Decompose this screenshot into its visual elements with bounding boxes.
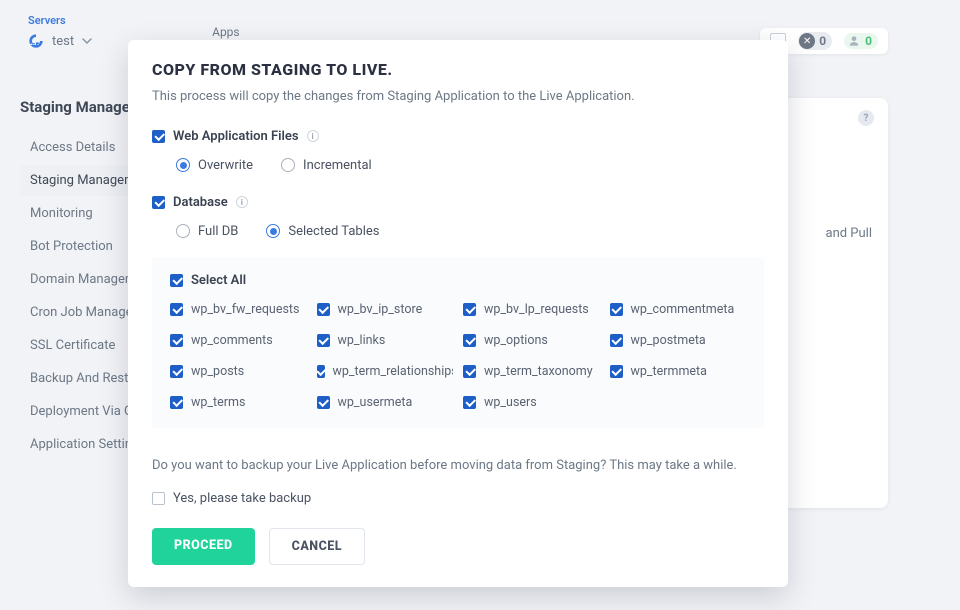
table-item-label: wp_bv_lp_requests xyxy=(484,302,589,317)
table-item-label: wp_bv_fw_requests xyxy=(191,302,299,317)
radio-option[interactable]: Selected Tables xyxy=(266,224,379,239)
radio-icon xyxy=(266,224,280,238)
radio-label: Full DB xyxy=(198,224,238,239)
modal-title: COPY FROM STAGING TO LIVE. xyxy=(152,60,764,79)
table-item-label: wp_options xyxy=(484,333,548,348)
table-item[interactable]: wp_posts xyxy=(170,364,307,379)
table-item[interactable]: wp_users xyxy=(463,395,600,410)
radio-option[interactable]: Full DB xyxy=(176,224,238,239)
option-database-label: Database xyxy=(173,195,228,210)
table-item-label: wp_posts xyxy=(191,364,244,379)
checkbox-table[interactable] xyxy=(317,303,330,316)
table-item-label: wp_termmeta xyxy=(631,364,707,379)
table-item-label: wp_commentmeta xyxy=(631,302,735,317)
chevron-down-icon xyxy=(82,36,92,46)
table-item-label: wp_postmeta xyxy=(631,333,706,348)
checkbox-table[interactable] xyxy=(610,334,623,347)
table-item[interactable]: wp_links xyxy=(317,333,454,348)
checkbox-table[interactable] xyxy=(317,396,330,409)
checkbox-table[interactable] xyxy=(610,303,623,316)
radio-label: Incremental xyxy=(303,158,372,173)
checkbox-table[interactable] xyxy=(170,334,183,347)
breadcrumb-servers-link[interactable]: Servers xyxy=(28,14,92,27)
option-web-files-label: Web Application Files xyxy=(173,129,299,144)
checkbox-table[interactable] xyxy=(170,365,183,378)
table-item-label: wp_usermeta xyxy=(338,395,413,410)
table-item-label: wp_term_relationships xyxy=(333,364,454,379)
option-database[interactable]: Database i xyxy=(152,195,764,210)
radio-option[interactable]: Incremental xyxy=(281,158,372,173)
select-all-label: Select All xyxy=(191,273,246,288)
copy-staging-modal: COPY FROM STAGING TO LIVE. This process … xyxy=(128,40,788,587)
cancel-button[interactable]: CANCEL xyxy=(269,528,365,565)
table-item-label: wp_comments xyxy=(191,333,273,348)
checkbox-database[interactable] xyxy=(152,196,165,209)
tables-box: Select All wp_bv_fw_requests wp_bv_ip_sto… xyxy=(152,257,764,428)
backup-checkbox-label: Yes, please take backup xyxy=(173,491,311,506)
table-item-label: wp_terms xyxy=(191,395,245,410)
table-item[interactable]: wp_usermeta xyxy=(317,395,454,410)
checkbox-table[interactable] xyxy=(463,365,476,378)
table-item[interactable]: wp_terms xyxy=(170,395,307,410)
radio-label: Selected Tables xyxy=(288,224,379,239)
table-item-label: wp_users xyxy=(484,395,537,410)
table-item[interactable]: wp_bv_fw_requests xyxy=(170,302,307,317)
provider-icon xyxy=(28,33,44,49)
close-circle-icon: ✕ xyxy=(799,33,815,49)
radio-icon xyxy=(176,158,190,172)
radios-web-files: Overwrite Incremental xyxy=(176,158,764,173)
table-item[interactable]: wp_comments xyxy=(170,333,307,348)
checkbox-backup[interactable] xyxy=(152,492,165,505)
table-item-label: wp_links xyxy=(338,333,386,348)
option-web-files[interactable]: Web Application Files i xyxy=(152,129,764,144)
table-item[interactable]: wp_options xyxy=(463,333,600,348)
table-item[interactable]: wp_termmeta xyxy=(610,364,747,379)
select-all-row[interactable]: Select All xyxy=(170,273,746,288)
modal-subtitle: This process will copy the changes from … xyxy=(152,87,764,107)
backup-question: Do you want to backup your Live Applicat… xyxy=(152,458,764,473)
table-item[interactable]: wp_term_taxonomy xyxy=(463,364,600,379)
proceed-button[interactable]: PROCEED xyxy=(152,528,255,565)
notifications-count: 0 xyxy=(819,34,826,48)
breadcrumb: Servers test xyxy=(28,14,92,49)
users-badge[interactable]: 0 xyxy=(844,33,878,49)
radio-label: Overwrite xyxy=(198,158,253,173)
checkbox-table[interactable] xyxy=(170,303,183,316)
checkbox-table[interactable] xyxy=(317,365,325,378)
tables-grid: wp_bv_fw_requests wp_bv_ip_store wp_bv_lp_… xyxy=(170,302,746,410)
radio-icon xyxy=(176,224,190,238)
checkbox-web-files[interactable] xyxy=(152,130,165,143)
checkbox-table[interactable] xyxy=(463,303,476,316)
breadcrumb-apps-link[interactable]: Apps xyxy=(212,25,240,39)
radio-icon xyxy=(281,158,295,172)
table-item[interactable]: wp_postmeta xyxy=(610,333,747,348)
radios-database: Full DB Selected Tables xyxy=(176,224,764,239)
table-item-label: wp_term_taxonomy xyxy=(484,364,593,379)
panel-text-fragment: and Pull xyxy=(826,226,873,241)
user-icon xyxy=(847,34,861,48)
info-icon[interactable]: i xyxy=(236,196,248,208)
table-item-label: wp_bv_ip_store xyxy=(338,302,423,317)
notifications-badge[interactable]: ✕ 0 xyxy=(798,32,832,50)
server-selector[interactable]: test xyxy=(28,33,92,49)
modal-buttons: PROCEED CANCEL xyxy=(152,528,764,565)
backup-checkbox-row[interactable]: Yes, please take backup xyxy=(152,491,764,506)
checkbox-table[interactable] xyxy=(463,396,476,409)
checkbox-table[interactable] xyxy=(317,334,330,347)
checkbox-table[interactable] xyxy=(463,334,476,347)
checkbox-select-all[interactable] xyxy=(170,274,183,287)
users-count: 0 xyxy=(865,34,872,48)
server-name: test xyxy=(52,34,74,49)
table-item[interactable]: wp_term_relationships xyxy=(317,364,454,379)
radio-option[interactable]: Overwrite xyxy=(176,158,253,173)
info-icon[interactable]: i xyxy=(307,130,319,142)
help-icon[interactable]: ? xyxy=(858,110,874,126)
checkbox-table[interactable] xyxy=(170,396,183,409)
table-item[interactable]: wp_commentmeta xyxy=(610,302,747,317)
table-item[interactable]: wp_bv_ip_store xyxy=(317,302,454,317)
checkbox-table[interactable] xyxy=(610,365,623,378)
table-item[interactable]: wp_bv_lp_requests xyxy=(463,302,600,317)
